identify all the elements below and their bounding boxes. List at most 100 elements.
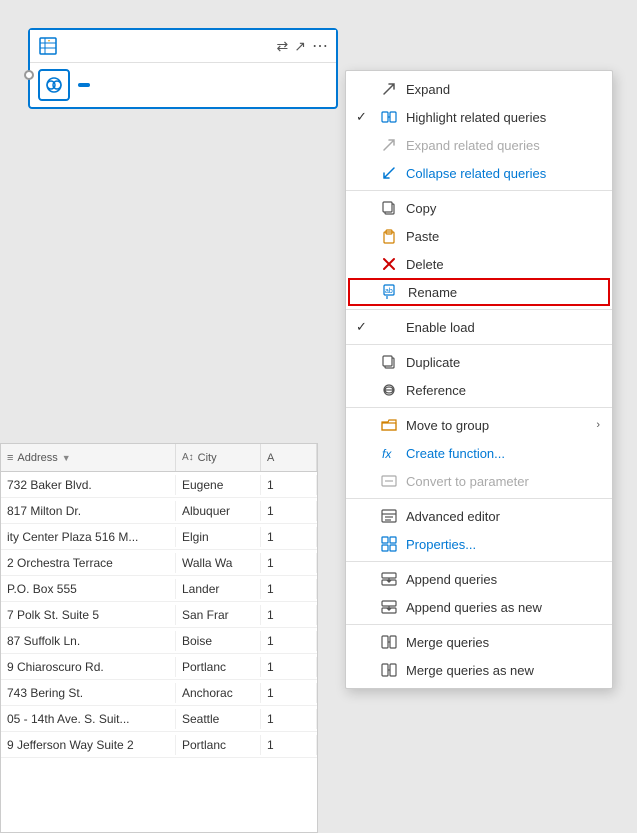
cell-extra: 1 — [261, 631, 317, 651]
extra-header-label: A — [267, 452, 274, 464]
context-menu: Expand ✓Highlight related queries Expand r… — [345, 70, 613, 689]
menu-icon-collapse-related — [380, 164, 398, 182]
menu-label-collapse-related: Collapse related queries — [406, 166, 600, 181]
menu-separator — [346, 624, 612, 625]
cell-city: Albuquer — [176, 501, 261, 521]
menu-item-collapse-related[interactable]: Collapse related queries — [346, 159, 612, 187]
cell-address: 817 Milton Dr. — [1, 501, 176, 521]
menu-icon-rename: ab — [382, 283, 400, 301]
cell-city: Eugene — [176, 475, 261, 495]
menu-item-expand-related: Expand related queries — [346, 131, 612, 159]
table-body: 732 Baker Blvd. Eugene 1 817 Milton Dr. … — [1, 472, 317, 758]
menu-item-append-queries[interactable]: Append queries — [346, 565, 612, 593]
menu-label-expand-related: Expand related queries — [406, 138, 600, 153]
menu-icon-expand — [380, 80, 398, 98]
address-type-icon: ≡ — [7, 452, 13, 464]
menu-icon-highlight-related — [380, 108, 398, 126]
svg-text:ab: ab — [385, 288, 393, 295]
menu-icon-create-function: fx — [380, 444, 398, 462]
menu-icon-enable-load — [380, 318, 398, 336]
cell-extra: 1 — [261, 579, 317, 599]
menu-label-delete: Delete — [406, 257, 600, 272]
menu-item-duplicate[interactable]: Duplicate — [346, 348, 612, 376]
cell-address: 9 Chiaroscuro Rd. — [1, 657, 176, 677]
menu-icon-append-new — [380, 598, 398, 616]
table-row: 817 Milton Dr. Albuquer 1 — [1, 498, 317, 524]
expand-icon[interactable]: ↗ — [294, 38, 306, 55]
menu-label-append-queries: Append queries — [406, 572, 600, 587]
address-header-label: Address — [17, 452, 57, 464]
connector-dot — [24, 70, 34, 80]
share-icon[interactable]: ⇄ — [277, 38, 289, 55]
menu-icon-reference — [380, 381, 398, 399]
menu-label-convert-param: Convert to parameter — [406, 474, 600, 489]
menu-arrow-move-to-group: › — [596, 419, 600, 431]
menu-icon-delete — [380, 255, 398, 273]
menu-item-advanced-editor[interactable]: Advanced editor — [346, 502, 612, 530]
cell-city: Elgin — [176, 527, 261, 547]
menu-item-reference[interactable]: Reference — [346, 376, 612, 404]
table-row: 05 - 14th Ave. S. Suit... Seattle 1 — [1, 706, 317, 732]
menu-item-merge-new[interactable]: Merge queries as new — [346, 656, 612, 684]
menu-item-convert-param: Convert to parameter — [346, 467, 612, 495]
cell-city: Lander — [176, 579, 261, 599]
menu-label-rename: Rename — [408, 285, 598, 300]
query-card-actions: ⇄ ↗ ⋯ — [277, 36, 328, 56]
menu-item-delete[interactable]: Delete — [346, 250, 612, 278]
menu-item-append-new[interactable]: Append queries as new — [346, 593, 612, 621]
menu-icon-merge-new — [380, 661, 398, 679]
cell-address: 732 Baker Blvd. — [1, 475, 176, 495]
menu-icon-advanced-editor — [380, 507, 398, 525]
menu-item-properties[interactable]: Properties... — [346, 530, 612, 558]
svg-text:fx: fx — [382, 447, 392, 461]
cell-extra: 1 — [261, 527, 317, 547]
menu-separator — [346, 407, 612, 408]
query-card-body — [30, 63, 336, 107]
address-sort-icon[interactable]: ▼ — [62, 453, 71, 463]
menu-item-merge-queries[interactable]: Merge queries — [346, 628, 612, 656]
menu-label-merge-new: Merge queries as new — [406, 663, 600, 678]
city-type-icon: A↕ — [182, 452, 194, 463]
menu-label-advanced-editor: Advanced editor — [406, 509, 600, 524]
menu-item-enable-load[interactable]: ✓Enable load — [346, 313, 612, 341]
column-header-address: ≡ Address ▼ — [1, 444, 176, 471]
table-row: 732 Baker Blvd. Eugene 1 — [1, 472, 317, 498]
menu-icon-copy — [380, 199, 398, 217]
more-icon[interactable]: ⋯ — [312, 36, 328, 56]
table-row: 87 Suffolk Ln. Boise 1 — [1, 628, 317, 654]
menu-separator — [346, 561, 612, 562]
city-header-label: City — [198, 452, 217, 464]
table-row: 9 Jefferson Way Suite 2 Portlanc 1 — [1, 732, 317, 758]
menu-item-move-to-group[interactable]: Move to group › — [346, 411, 612, 439]
cell-extra: 1 — [261, 501, 317, 521]
table-row: 7 Polk St. Suite 5 San Frar 1 — [1, 602, 317, 628]
cell-address: 87 Suffolk Ln. — [1, 631, 176, 651]
menu-item-highlight-related[interactable]: ✓Highlight related queries — [346, 103, 612, 131]
cell-extra: 1 — [261, 709, 317, 729]
menu-separator — [346, 309, 612, 310]
menu-label-create-function: Create function... — [406, 446, 600, 461]
cell-city: Walla Wa — [176, 553, 261, 573]
menu-check-enable-load: ✓ — [356, 319, 372, 335]
menu-icon-duplicate — [380, 353, 398, 371]
column-header-city: A↕ City — [176, 444, 261, 471]
menu-item-expand[interactable]: Expand — [346, 75, 612, 103]
table-row: 9 Chiaroscuro Rd. Portlanc 1 — [1, 654, 317, 680]
cell-city: Boise — [176, 631, 261, 651]
menu-label-append-new: Append queries as new — [406, 600, 600, 615]
menu-icon-paste — [380, 227, 398, 245]
menu-icon-convert-param — [380, 472, 398, 490]
menu-label-expand: Expand — [406, 82, 600, 97]
menu-item-copy[interactable]: Copy — [346, 194, 612, 222]
menu-item-paste[interactable]: Paste — [346, 222, 612, 250]
menu-label-move-to-group: Move to group — [406, 418, 588, 433]
cell-extra: 1 — [261, 553, 317, 573]
menu-check-highlight-related: ✓ — [356, 109, 372, 125]
cell-extra: 1 — [261, 605, 317, 625]
menu-item-rename[interactable]: ab Rename — [348, 278, 610, 306]
menu-icon-move-to-group — [380, 416, 398, 434]
query-card-header: ⇄ ↗ ⋯ — [30, 30, 336, 63]
menu-item-create-function[interactable]: fx Create function... — [346, 439, 612, 467]
menu-separator — [346, 190, 612, 191]
column-header-extra: A — [261, 444, 317, 471]
